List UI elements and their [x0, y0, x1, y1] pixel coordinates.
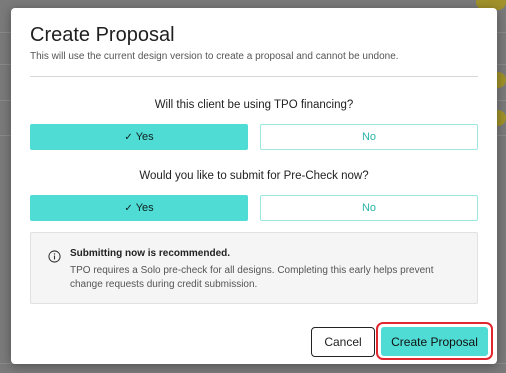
tpo-financing-no-button[interactable]: No [260, 124, 478, 150]
recommendation-info-box: Submitting now is recommended. TPO requi… [30, 232, 478, 304]
create-proposal-dialog: Create Proposal This will use the curren… [11, 8, 497, 364]
checkmark-icon: ✓ [124, 131, 133, 143]
pre-check-choice-group: ✓ Yes No [30, 195, 478, 221]
info-body: TPO requires a Solo pre-check for all de… [70, 265, 434, 290]
divider [30, 76, 478, 77]
tpo-financing-yes-button[interactable]: ✓ Yes [30, 124, 248, 150]
yes-label: Yes [135, 131, 154, 143]
dialog-title: Create Proposal [30, 24, 175, 46]
dialog-subtitle: This will use the current design version… [30, 51, 399, 62]
no-label: No [361, 202, 377, 214]
pre-check-yes-button[interactable]: ✓ Yes [30, 195, 248, 221]
pre-check-no-button[interactable]: No [260, 195, 478, 221]
tpo-financing-question: Will this client be using TPO financing? [154, 99, 354, 111]
tpo-financing-choice-group: ✓ Yes No [30, 124, 478, 150]
info-title: Submitting now is recommended. [70, 248, 231, 259]
create-proposal-button[interactable]: Create Proposal [381, 327, 488, 356]
yes-label: Yes [135, 202, 154, 214]
checkmark-icon: ✓ [124, 202, 133, 214]
cancel-button[interactable]: Cancel [311, 327, 375, 357]
no-label: No [361, 131, 377, 143]
pre-check-question: Would you like to submit for Pre-Check n… [139, 170, 369, 182]
info-icon [48, 250, 61, 263]
